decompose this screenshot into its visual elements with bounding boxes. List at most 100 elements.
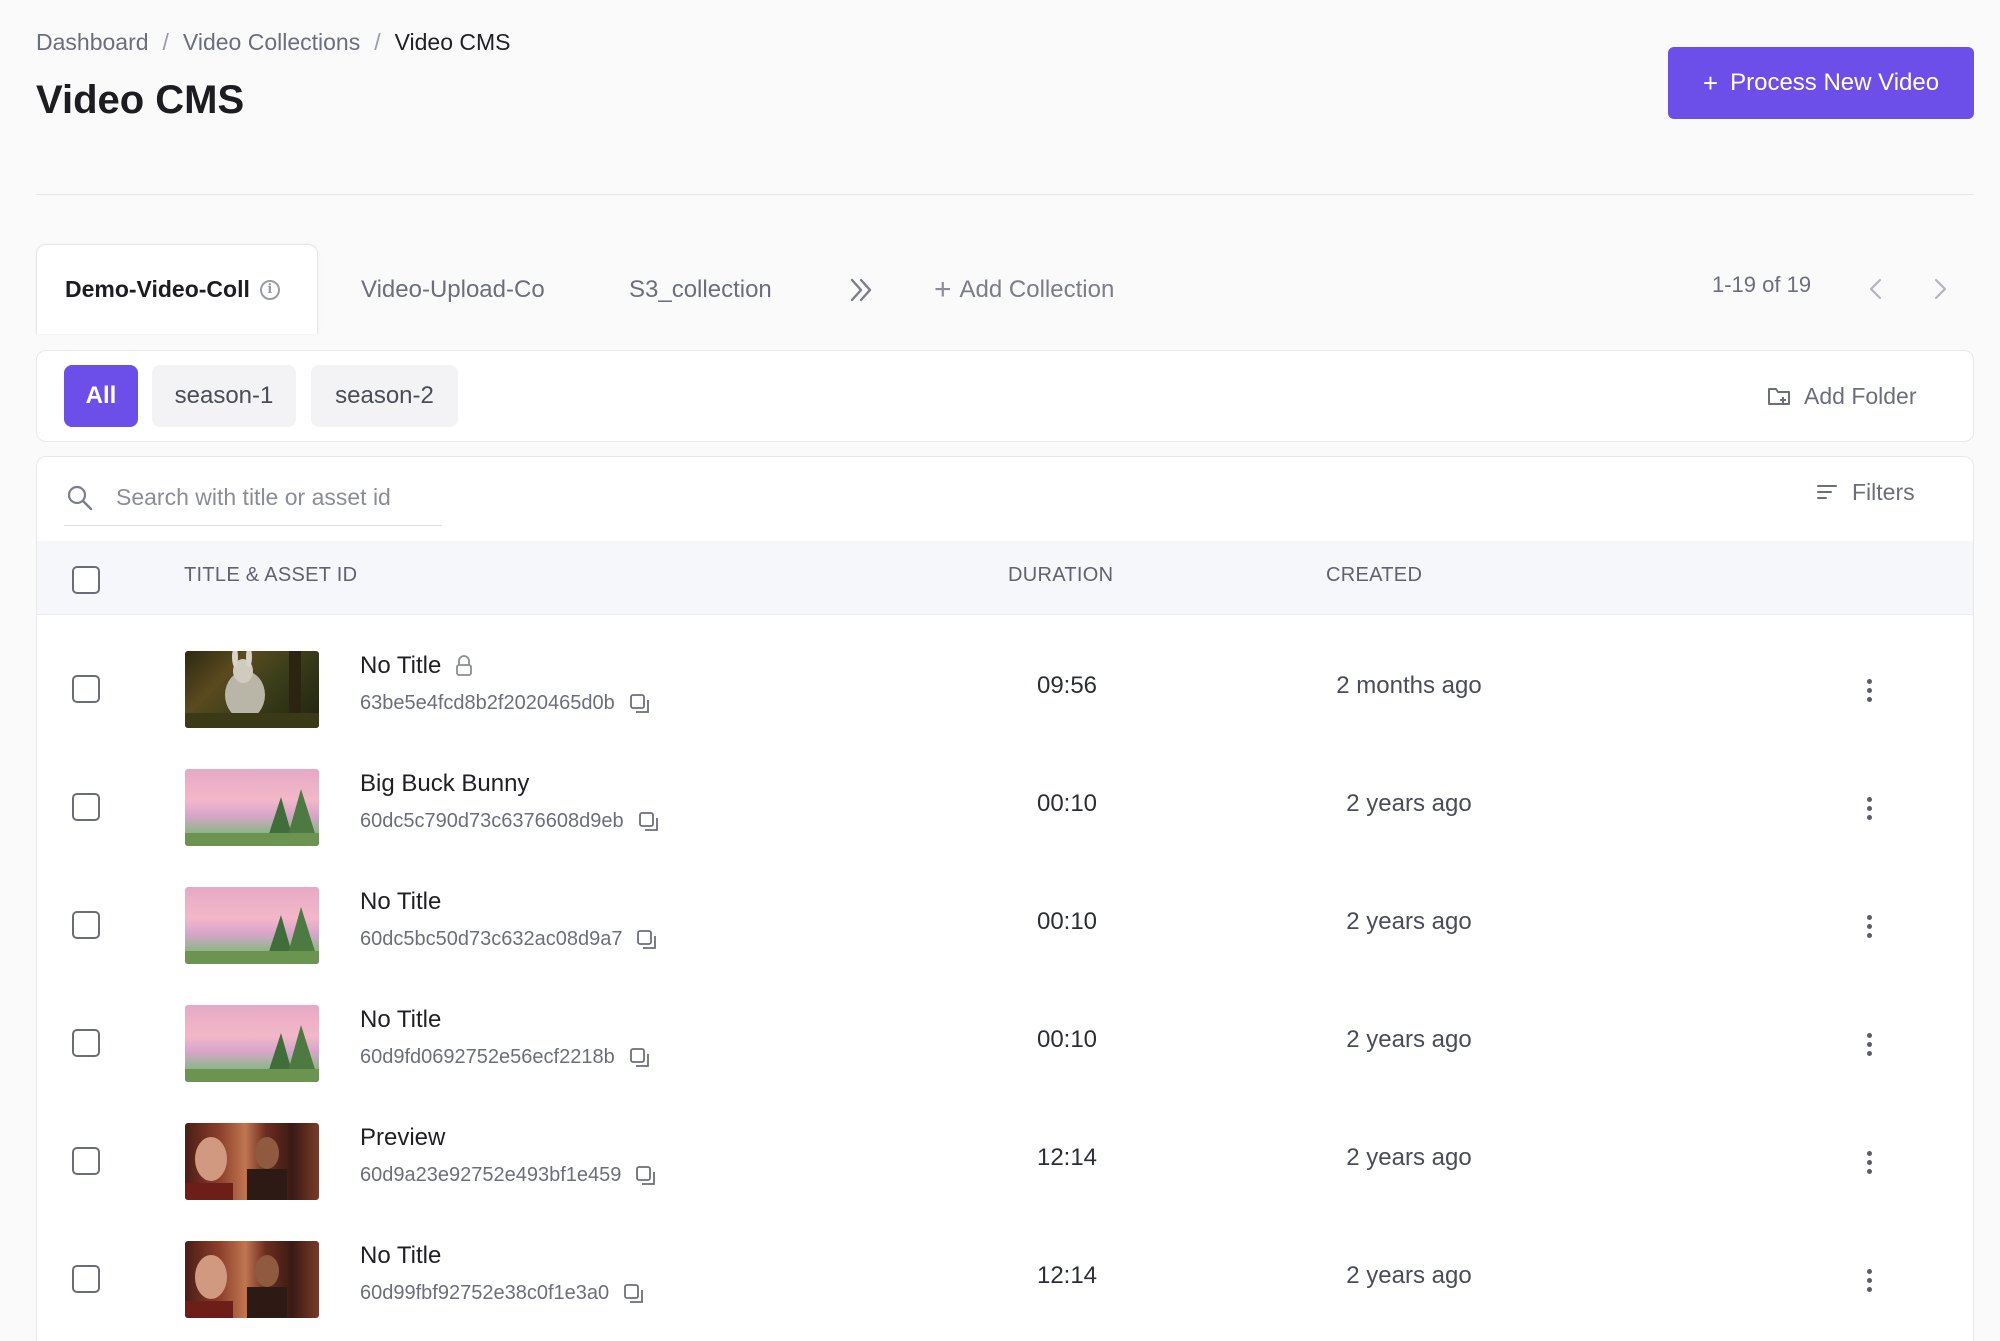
- process-new-video-button[interactable]: + Process New Video: [1668, 47, 1974, 119]
- row-duration: 12:14: [1036, 1144, 1098, 1171]
- row-more-icon[interactable]: [1859, 1026, 1879, 1062]
- add-folder-button[interactable]: Add Folder: [1766, 378, 1917, 414]
- table-row[interactable]: No Title 60d9fd0692752e56ecf2218b 00:10 …: [37, 984, 1973, 1102]
- asset-id-wrap: 60d99fbf92752e38c0f1e3a0: [360, 1282, 645, 1305]
- row-more-icon[interactable]: [1859, 672, 1879, 708]
- table-row[interactable]: Big Buck Bunny 60dc5c790d73c6376608d9eb …: [37, 748, 1973, 866]
- search-input[interactable]: [116, 484, 436, 511]
- breadcrumb-current: Video CMS: [394, 28, 511, 55]
- row-created: 2 years ago: [1346, 1026, 1472, 1053]
- table-row[interactable]: No Title 60dc5bc50d73c632ac08d9a7 00:10 …: [37, 866, 1973, 984]
- row-checkbox[interactable]: [72, 1029, 100, 1057]
- breadcrumb-link-dashboard[interactable]: Dashboard: [36, 29, 149, 56]
- row-title[interactable]: No Title: [360, 1242, 441, 1270]
- plus-icon: +: [934, 273, 952, 306]
- breadcrumb-separator: /: [162, 28, 169, 55]
- row-checkbox[interactable]: [72, 911, 100, 939]
- filters-button[interactable]: Filters: [1816, 474, 1915, 510]
- row-more-icon[interactable]: [1859, 790, 1879, 826]
- video-thumbnail[interactable]: [185, 1123, 319, 1200]
- copy-icon[interactable]: [636, 929, 658, 951]
- row-checkbox[interactable]: [72, 1147, 100, 1175]
- asset-id-wrap: 60dc5c790d73c6376608d9eb: [360, 810, 660, 833]
- folder-chip-all[interactable]: All: [64, 365, 138, 427]
- asset-id-wrap: 60d9a23e92752e493bf1e459: [360, 1164, 657, 1187]
- row-created: 2 years ago: [1346, 908, 1472, 935]
- row-title[interactable]: Preview: [360, 1124, 445, 1152]
- asset-id-wrap: 63be5e4fcd8b2f2020465d0b: [360, 692, 651, 715]
- chevron-right-icon[interactable]: [1926, 274, 1954, 304]
- column-header-created[interactable]: CREATED: [1326, 564, 1422, 587]
- video-thumbnail-image: [185, 1137, 287, 1200]
- chevron-left-icon[interactable]: [1862, 274, 1890, 304]
- row-title-wrap: No Title: [360, 652, 473, 680]
- tab-video-upload-co[interactable]: Video-Upload-Co: [361, 268, 545, 312]
- row-title[interactable]: No Title: [360, 652, 441, 680]
- video-thumbnail-image: [185, 907, 319, 964]
- row-created: 2 months ago: [1336, 672, 1482, 699]
- folder-chip-season-2[interactable]: season-2: [311, 365, 458, 427]
- video-thumbnail-image: [185, 651, 319, 728]
- row-checkbox[interactable]: [72, 1265, 100, 1293]
- video-thumbnail[interactable]: [185, 651, 319, 728]
- search-icon: [67, 485, 93, 510]
- filters-label: Filters: [1852, 478, 1915, 505]
- row-checkbox[interactable]: [72, 793, 100, 821]
- video-thumbnail[interactable]: [185, 1005, 319, 1082]
- tab-label: Demo-Video-Coll: [65, 276, 250, 302]
- row-title-wrap: No Title: [360, 1006, 441, 1034]
- row-title[interactable]: No Title: [360, 1006, 441, 1034]
- pagination-range: 1-19 of 19: [1712, 272, 1812, 297]
- row-more-icon[interactable]: [1859, 1144, 1879, 1180]
- asset-id-wrap: 60dc5bc50d73c632ac08d9a7: [360, 928, 658, 951]
- tab-demo-video-coll[interactable]: Demo-Video-Coll i: [36, 244, 318, 334]
- row-duration: 00:10: [1036, 908, 1098, 935]
- row-created: 2 years ago: [1346, 790, 1472, 817]
- row-created: 2 years ago: [1346, 1262, 1472, 1289]
- row-duration: 09:56: [1036, 672, 1098, 699]
- video-thumbnail[interactable]: [185, 1241, 319, 1318]
- table-row[interactable]: Preview 60d9a23e92752e493bf1e459 12:14 2…: [37, 1102, 1973, 1220]
- row-duration: 00:10: [1036, 1026, 1098, 1053]
- filter-icon: [1817, 485, 1837, 499]
- asset-id: 60d99fbf92752e38c0f1e3a0: [360, 1282, 610, 1304]
- row-more-icon[interactable]: [1859, 1262, 1879, 1298]
- row-title-wrap: No Title: [360, 888, 441, 916]
- video-thumbnail-image: [185, 1025, 319, 1082]
- row-title-wrap: Preview: [360, 1124, 445, 1152]
- breadcrumb: Dashboard / Video Collections / Video CM…: [36, 26, 511, 58]
- asset-id: 60d9fd0692752e56ecf2218b: [360, 1046, 615, 1068]
- tab-s3-collection[interactable]: S3_collection: [629, 268, 772, 312]
- info-icon[interactable]: i: [259, 279, 280, 300]
- folder-plus-icon: [1768, 388, 1790, 405]
- video-thumbnail[interactable]: [185, 769, 319, 846]
- copy-icon[interactable]: [629, 1047, 651, 1069]
- row-title[interactable]: No Title: [360, 888, 441, 916]
- table-row[interactable]: No Title 60d99fbf92752e38c0f1e3a0 12:14 …: [37, 1220, 1973, 1338]
- row-title[interactable]: Big Buck Bunny: [360, 770, 529, 798]
- column-header-title[interactable]: TITLE & ASSET ID: [184, 564, 357, 587]
- asset-id-wrap: 60d9fd0692752e56ecf2218b: [360, 1046, 651, 1069]
- header-divider: [36, 194, 1974, 195]
- page-title: Video CMS: [36, 78, 245, 122]
- chevrons-right-icon[interactable]: [846, 272, 876, 308]
- row-checkbox[interactable]: [72, 675, 100, 703]
- breadcrumb-link-video-collections[interactable]: Video Collections: [183, 29, 360, 56]
- breadcrumb-separator: /: [374, 28, 381, 55]
- add-collection-label: Add Collection: [959, 276, 1115, 303]
- table-row[interactable]: No Title 63be5e4fcd8b2f2020465d0b 09:56 …: [37, 630, 1973, 748]
- row-more-icon[interactable]: [1859, 908, 1879, 944]
- video-thumbnail[interactable]: [185, 887, 319, 964]
- select-all-checkbox[interactable]: [72, 566, 100, 594]
- copy-icon[interactable]: [623, 1283, 645, 1305]
- copy-icon[interactable]: [638, 811, 660, 833]
- asset-id: 63be5e4fcd8b2f2020465d0b: [360, 692, 615, 714]
- search-bar: [64, 470, 442, 526]
- column-header-duration[interactable]: DURATION: [1008, 564, 1113, 587]
- add-collection-button[interactable]: + Add Collection: [934, 268, 1114, 312]
- asset-id: 60dc5bc50d73c632ac08d9a7: [360, 928, 623, 950]
- lock-icon: [456, 655, 473, 676]
- folder-chip-season-1[interactable]: season-1: [152, 365, 296, 427]
- copy-icon[interactable]: [629, 693, 651, 715]
- copy-icon[interactable]: [635, 1165, 657, 1187]
